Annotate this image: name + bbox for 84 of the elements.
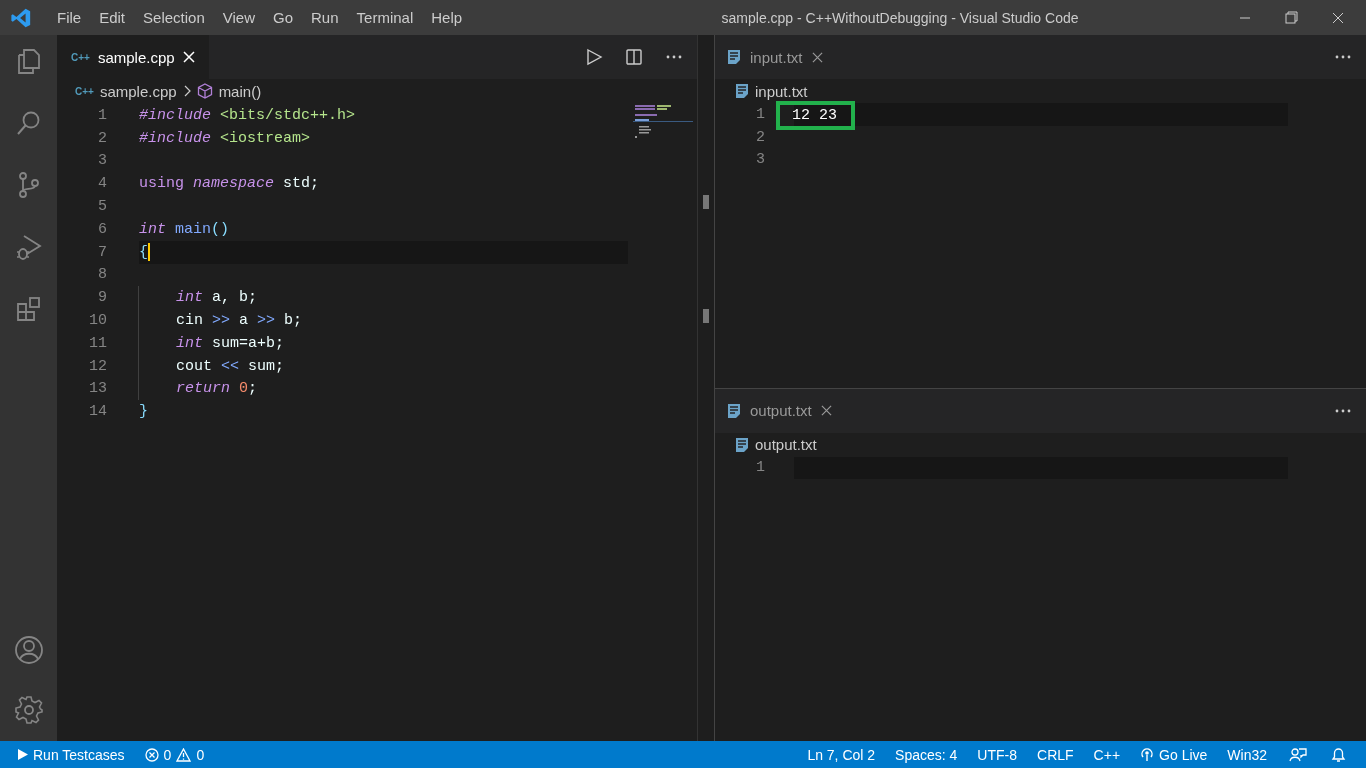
line-number: 2 <box>97 129 107 147</box>
code-line: cin >> a >> b; <box>176 312 303 330</box>
split-editor-icon[interactable] <box>625 48 643 66</box>
menu-item[interactable]: View <box>213 9 264 26</box>
play-icon <box>18 749 28 760</box>
minimap <box>633 103 693 139</box>
breadcrumb-item[interactable]: sample.cpp <box>99 82 177 100</box>
code-line: 12 23 <box>792 107 837 124</box>
account-icon[interactable] <box>13 635 44 665</box>
breadcrumb-item[interactable]: input.txt <box>755 82 808 100</box>
code-line: int main() <box>139 220 230 238</box>
status-item[interactable]: Win32 <box>1219 743 1275 766</box>
line-number: 10 <box>88 312 107 330</box>
line-number: 3 <box>97 152 107 170</box>
status-item[interactable]: C++ <box>1085 743 1129 766</box>
line-number: 1 <box>97 106 107 124</box>
line-number: 6 <box>97 220 107 238</box>
menu-item[interactable]: Selection <box>134 9 214 26</box>
scroll-marker <box>703 309 709 323</box>
more-icon[interactable] <box>1334 407 1352 414</box>
breadcrumb-item[interactable]: output.txt <box>755 436 817 453</box>
run-icon[interactable] <box>585 48 603 66</box>
line-number: 9 <box>97 289 107 307</box>
line-number: 4 <box>97 175 107 193</box>
code-line: } <box>139 403 148 421</box>
status-item[interactable]: Ln 7, Col 2 <box>799 743 884 766</box>
warning-icon <box>176 747 192 762</box>
editor-tab[interactable]: output.txt <box>715 388 844 433</box>
status-item[interactable]: Spaces: 4 <box>887 743 966 766</box>
menu-item[interactable]: Run <box>302 9 348 26</box>
more-icon[interactable] <box>1334 54 1352 60</box>
menu-item[interactable]: Help <box>422 9 472 26</box>
restore-icon[interactable] <box>1285 11 1298 24</box>
code-line: int a, b; <box>176 289 258 307</box>
problems-button[interactable]: 0 0 <box>136 743 213 766</box>
code-line: using namespace std; <box>139 175 320 193</box>
menu-item[interactable]: Edit <box>90 9 135 26</box>
menu-item[interactable]: Go <box>264 9 302 26</box>
cpp-file-icon: C++ <box>75 85 94 97</box>
go-live-button[interactable]: Go Live <box>1132 743 1216 766</box>
editor-tab[interactable]: input.txt <box>715 35 835 79</box>
settings-icon[interactable] <box>13 695 44 725</box>
line-number: 1 <box>755 459 765 477</box>
text-file-icon <box>727 49 741 65</box>
scroll-marker <box>703 195 709 209</box>
text-file-icon <box>735 436 749 453</box>
feedback-icon[interactable] <box>1289 746 1307 763</box>
text-cursor <box>148 243 150 262</box>
line-number: 14 <box>88 403 107 421</box>
code-line: #include <iostream> <box>139 129 311 147</box>
line-number: 12 <box>88 357 107 375</box>
broadcast-icon <box>1140 747 1155 762</box>
code-line: int sum=a+b; <box>176 334 285 352</box>
status-item[interactable]: UTF-8 <box>969 743 1026 766</box>
run-testcases-button[interactable]: Run Testcases <box>10 743 133 766</box>
line-number: 8 <box>97 266 107 284</box>
line-number: 5 <box>97 198 107 216</box>
line-number: 13 <box>88 380 107 398</box>
line-number: 11 <box>88 334 107 352</box>
close-icon[interactable] <box>1332 11 1344 24</box>
code-line: cout << sum; <box>176 357 285 375</box>
notifications-icon[interactable] <box>1331 746 1346 763</box>
code-line: return 0; <box>176 380 258 398</box>
more-icon[interactable] <box>665 54 683 60</box>
cube-icon <box>196 83 213 99</box>
status-item[interactable]: CRLF <box>1029 743 1082 766</box>
menu-item[interactable]: Terminal <box>347 9 423 26</box>
text-file-icon <box>727 402 741 419</box>
text-file-icon <box>735 83 749 99</box>
line-number: 2 <box>755 128 765 146</box>
editor-tab[interactable]: C++ sample.cpp <box>57 35 209 79</box>
breadcrumb-item[interactable]: main() <box>218 82 262 100</box>
code-line: #include <bits/stdc++.h> <box>139 106 356 124</box>
window-title: sample.cpp - C++WithoutDebugging - Visual Studio Code <box>720 9 1080 26</box>
app-logo-icon <box>10 6 32 29</box>
code-line: { <box>139 243 148 261</box>
menu-item[interactable]: File <box>48 9 91 26</box>
line-number: 7 <box>97 243 107 261</box>
error-icon <box>144 747 159 762</box>
line-number: 3 <box>755 151 765 169</box>
chevron-icon <box>182 85 191 97</box>
line-number: 1 <box>755 105 765 123</box>
run-debug-icon[interactable] <box>14 233 43 261</box>
extensions-icon[interactable] <box>14 295 43 323</box>
